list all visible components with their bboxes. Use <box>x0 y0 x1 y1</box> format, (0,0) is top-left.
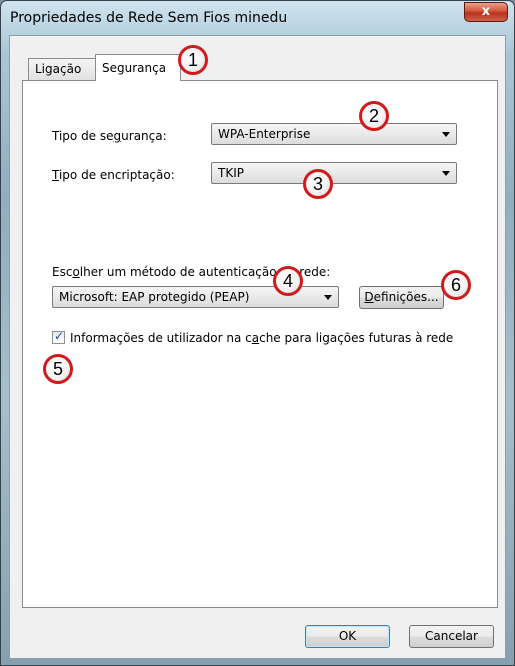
tab-ligacao[interactable]: Ligação <box>28 58 96 80</box>
close-icon: x <box>481 4 491 19</box>
annotation-marker-4: 4 <box>273 266 303 296</box>
tab-seguranca[interactable]: Segurança <box>95 54 181 81</box>
cache-checkbox-label[interactable]: Informações de utilizador na cache para … <box>70 331 453 345</box>
annotation-marker-3: 3 <box>303 169 333 199</box>
security-type-dropdown[interactable]: WPA-Enterprise <box>211 123 457 145</box>
security-type-label: Tipo de segurança: <box>52 129 167 143</box>
title-bar[interactable]: Propriedades de Rede Sem Fios minedu x <box>1 1 514 35</box>
encryption-type-value: TKIP <box>218 166 244 180</box>
close-button[interactable]: x <box>464 2 508 22</box>
security-type-value: WPA-Enterprise <box>218 127 311 141</box>
annotation-marker-5: 5 <box>43 354 73 384</box>
cache-checkbox[interactable]: ✓ <box>52 329 65 344</box>
annotation-marker-6: 6 <box>441 270 471 300</box>
auth-method-value: Microsoft: EAP protegido (PEAP) <box>59 290 250 304</box>
settings-button[interactable]: Definições... <box>359 286 444 309</box>
chevron-down-icon <box>442 132 450 137</box>
encryption-type-label: Tipo de encriptação: <box>52 168 175 182</box>
chevron-down-icon <box>324 295 332 300</box>
cancel-button[interactable]: Cancelar <box>409 625 494 648</box>
tab-ligacao-label: Ligação <box>35 62 82 76</box>
checkmark-icon: ✓ <box>54 329 65 343</box>
tab-seguranca-label: Segurança <box>102 61 167 75</box>
chevron-down-icon <box>442 171 450 176</box>
encryption-type-dropdown[interactable]: TKIP <box>211 162 457 184</box>
annotation-marker-2: 2 <box>359 101 389 131</box>
annotation-marker-1: 1 <box>178 45 208 75</box>
ok-button[interactable]: OK <box>305 625 390 648</box>
window-title: Propriedades de Rede Sem Fios minedu <box>10 10 288 26</box>
